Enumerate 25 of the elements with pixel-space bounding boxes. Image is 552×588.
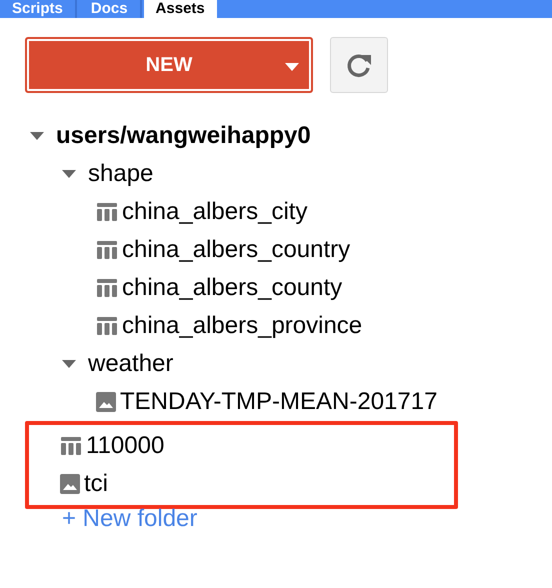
- new-button[interactable]: NEW: [25, 37, 313, 93]
- collapse-arrow-icon[interactable]: [62, 360, 76, 368]
- image-icon: [60, 474, 80, 494]
- table-icon: [96, 240, 118, 260]
- collapse-arrow-icon[interactable]: [62, 170, 76, 178]
- collapse-arrow-icon[interactable]: [30, 132, 44, 140]
- asset-name[interactable]: tci: [84, 466, 108, 502]
- folder-name[interactable]: weather: [88, 346, 174, 382]
- table-icon: [96, 202, 118, 222]
- table-icon: [60, 436, 82, 456]
- asset-name[interactable]: TENDAY-TMP-MEAN-201717: [120, 384, 438, 420]
- caret-icon: [285, 63, 299, 71]
- asset-name[interactable]: 110000: [86, 428, 164, 464]
- tab[interactable]: Assets: [144, 0, 217, 18]
- refresh-button[interactable]: [330, 37, 388, 93]
- folder-name[interactable]: shape: [88, 156, 154, 192]
- asset-name[interactable]: china_albers_province: [122, 308, 362, 344]
- asset-name[interactable]: china_albers_city: [122, 194, 308, 230]
- folder-name[interactable]: users/wangweihappy0: [56, 118, 311, 154]
- asset-name[interactable]: china_albers_country: [122, 232, 350, 268]
- table-icon: [96, 278, 118, 298]
- table-icon: [96, 316, 118, 336]
- image-icon: [96, 392, 116, 412]
- new-folder-link[interactable]: + New folder: [62, 507, 552, 531]
- asset-name[interactable]: china_albers_county: [122, 270, 342, 306]
